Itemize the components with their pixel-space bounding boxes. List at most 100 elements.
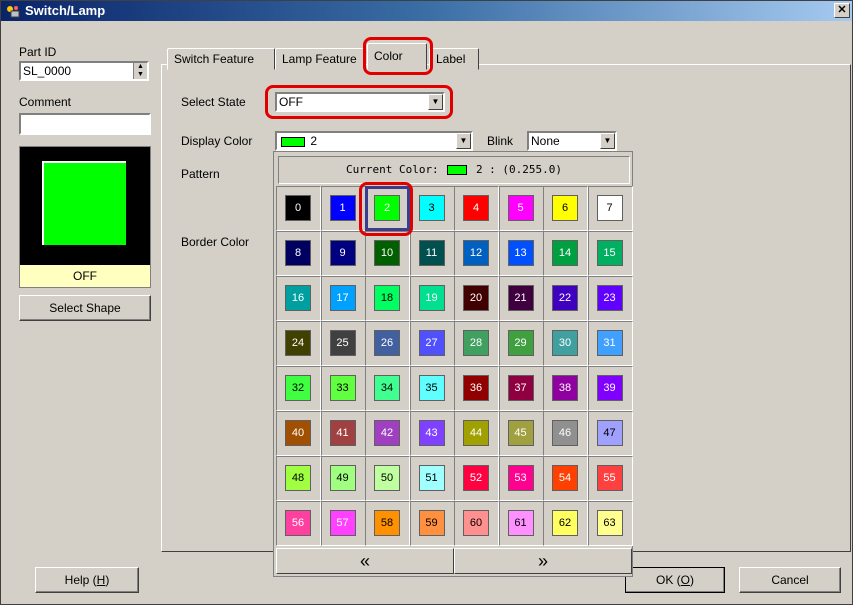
color-chip-13[interactable]: 13	[507, 240, 534, 266]
tab-lamp-feature[interactable]: Lamp Feature	[275, 48, 365, 70]
color-cell-51[interactable]: 51	[409, 456, 455, 501]
color-cell-44[interactable]: 44	[454, 411, 499, 456]
color-cell-26[interactable]: 26	[365, 321, 410, 366]
color-cell-38[interactable]: 38	[543, 366, 588, 411]
color-cell-47[interactable]: 47	[587, 411, 633, 456]
color-chip-10[interactable]: 10	[374, 240, 400, 266]
color-cell-49[interactable]: 49	[320, 456, 366, 501]
color-chip-35[interactable]: 35	[418, 375, 445, 401]
color-chip-28[interactable]: 28	[463, 330, 489, 356]
color-chip-14[interactable]: 14	[552, 240, 578, 266]
color-cell-24[interactable]: 24	[276, 321, 321, 366]
color-cell-27[interactable]: 27	[409, 321, 455, 366]
color-chip-47[interactable]: 47	[596, 420, 623, 446]
color-chip-61[interactable]: 61	[507, 510, 534, 536]
color-chip-49[interactable]: 49	[329, 465, 356, 491]
color-cell-46[interactable]: 46	[543, 411, 588, 456]
color-cell-4[interactable]: 4	[454, 186, 499, 231]
color-chip-4[interactable]: 4	[463, 195, 489, 221]
color-cell-50[interactable]: 50	[365, 456, 410, 501]
color-chip-22[interactable]: 22	[552, 285, 578, 311]
spin-down-icon[interactable]: ▼	[134, 71, 147, 79]
color-cell-15[interactable]: 15	[587, 231, 633, 276]
cancel-button[interactable]: Cancel	[739, 567, 841, 593]
next-page-button[interactable]: »	[454, 548, 632, 574]
spin-up-icon[interactable]: ▲	[134, 63, 147, 71]
color-chip-1[interactable]: 1	[329, 195, 356, 221]
color-cell-7[interactable]: 7	[587, 186, 633, 231]
color-chip-29[interactable]: 29	[507, 330, 534, 356]
display-color-arrow-icon[interactable]: ▼	[456, 133, 471, 149]
color-cell-36[interactable]: 36	[454, 366, 499, 411]
color-cell-39[interactable]: 39	[587, 366, 633, 411]
color-chip-24[interactable]: 24	[285, 330, 311, 356]
color-chip-37[interactable]: 37	[507, 375, 534, 401]
color-chip-2[interactable]: 2	[374, 195, 400, 221]
color-chip-56[interactable]: 56	[285, 510, 311, 536]
color-cell-37[interactable]: 37	[498, 366, 544, 411]
color-cell-3[interactable]: 3	[409, 186, 455, 231]
color-chip-25[interactable]: 25	[329, 330, 356, 356]
ok-button[interactable]: OK (O)	[625, 567, 725, 593]
color-chip-7[interactable]: 7	[596, 195, 623, 221]
color-cell-40[interactable]: 40	[276, 411, 321, 456]
color-cell-33[interactable]: 33	[320, 366, 366, 411]
color-cell-34[interactable]: 34	[365, 366, 410, 411]
part-id-field[interactable]: SL_0000 ▲ ▼	[19, 61, 149, 81]
color-chip-19[interactable]: 19	[418, 285, 445, 311]
color-cell-48[interactable]: 48	[276, 456, 321, 501]
color-chip-36[interactable]: 36	[463, 375, 489, 401]
color-cell-61[interactable]: 61	[498, 501, 544, 546]
color-chip-58[interactable]: 58	[374, 510, 400, 536]
color-chip-50[interactable]: 50	[374, 465, 400, 491]
color-cell-25[interactable]: 25	[320, 321, 366, 366]
color-cell-21[interactable]: 21	[498, 276, 544, 321]
color-cell-42[interactable]: 42	[365, 411, 410, 456]
part-id-spinner[interactable]: ▲ ▼	[133, 63, 147, 79]
color-chip-16[interactable]: 16	[285, 285, 311, 311]
color-chip-8[interactable]: 8	[285, 240, 311, 266]
color-cell-63[interactable]: 63	[587, 501, 633, 546]
color-chip-44[interactable]: 44	[463, 420, 489, 446]
color-chip-41[interactable]: 41	[329, 420, 356, 446]
color-chip-32[interactable]: 32	[285, 375, 311, 401]
color-chip-33[interactable]: 33	[329, 375, 356, 401]
color-cell-30[interactable]: 30	[543, 321, 588, 366]
previous-page-button[interactable]: «	[276, 548, 454, 574]
color-chip-20[interactable]: 20	[463, 285, 489, 311]
help-button[interactable]: Help (H)	[35, 567, 139, 593]
color-chip-57[interactable]: 57	[329, 510, 356, 536]
select-shape-button[interactable]: Select Shape	[19, 295, 151, 321]
color-cell-62[interactable]: 62	[543, 501, 588, 546]
color-cell-22[interactable]: 22	[543, 276, 588, 321]
color-chip-17[interactable]: 17	[329, 285, 356, 311]
color-chip-30[interactable]: 30	[552, 330, 578, 356]
color-chip-12[interactable]: 12	[463, 240, 489, 266]
color-chip-46[interactable]: 46	[552, 420, 578, 446]
color-chip-48[interactable]: 48	[285, 465, 311, 491]
color-cell-18[interactable]: 18	[365, 276, 410, 321]
color-chip-55[interactable]: 55	[596, 465, 623, 491]
color-cell-16[interactable]: 16	[276, 276, 321, 321]
color-chip-53[interactable]: 53	[507, 465, 534, 491]
color-cell-55[interactable]: 55	[587, 456, 633, 501]
color-chip-42[interactable]: 42	[374, 420, 400, 446]
color-cell-5[interactable]: 5	[498, 186, 544, 231]
color-cell-32[interactable]: 32	[276, 366, 321, 411]
color-cell-0[interactable]: 0	[276, 186, 321, 231]
color-chip-39[interactable]: 39	[596, 375, 623, 401]
color-chip-38[interactable]: 38	[552, 375, 578, 401]
tab-color[interactable]: Color	[367, 43, 427, 70]
color-chip-18[interactable]: 18	[374, 285, 400, 311]
color-cell-54[interactable]: 54	[543, 456, 588, 501]
color-chip-27[interactable]: 27	[418, 330, 445, 356]
color-cell-23[interactable]: 23	[587, 276, 633, 321]
color-chip-52[interactable]: 52	[463, 465, 489, 491]
color-chip-54[interactable]: 54	[552, 465, 578, 491]
color-cell-53[interactable]: 53	[498, 456, 544, 501]
color-chip-15[interactable]: 15	[596, 240, 623, 266]
color-chip-3[interactable]: 3	[418, 195, 445, 221]
color-chip-11[interactable]: 11	[418, 240, 445, 266]
color-cell-10[interactable]: 10	[365, 231, 410, 276]
color-cell-2[interactable]: 2	[365, 186, 410, 231]
